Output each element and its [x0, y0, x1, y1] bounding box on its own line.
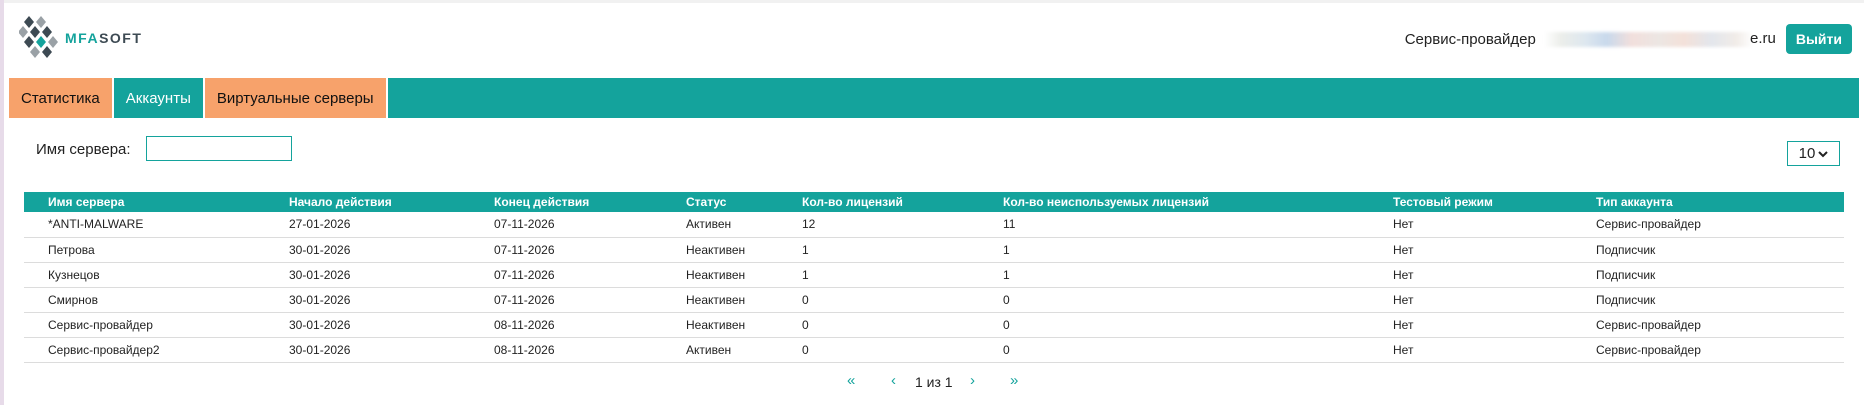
cell-account-type: Сервис-провайдер: [1572, 312, 1844, 338]
logo-text-accent: MFA: [65, 30, 100, 46]
cell-account-type: Подписчик: [1572, 262, 1844, 288]
cell-license-count: 0: [778, 287, 979, 313]
cell-status: Неактивен: [662, 287, 778, 313]
cell-license-count: 0: [778, 337, 979, 363]
main-nav: Статистика Аккаунты Виртуальные серверы: [9, 78, 1859, 118]
table-row[interactable]: Смирнов 30-01-2026 07-11-2026 Неактивен …: [24, 287, 1844, 313]
cell-start-date: 30-01-2026: [265, 262, 470, 288]
cell-start-date: 30-01-2026: [265, 237, 470, 263]
logo-diamonds-icon: [19, 16, 58, 58]
logo-text: MFASOFT: [65, 30, 142, 46]
email-visible-suffix: e.ru: [1750, 30, 1776, 47]
prev-page-button[interactable]: ‹: [891, 372, 896, 389]
tab-accounts[interactable]: Аккаунты: [113, 78, 205, 118]
cell-server-name: Сервис-провайдер: [24, 312, 265, 338]
cell-status: Активен: [662, 212, 778, 238]
cell-status: Неактивен: [662, 312, 778, 338]
column-header-license-count[interactable]: Кол-во лицензий: [778, 192, 979, 212]
server-name-label: Имя сервера:: [36, 141, 131, 158]
cell-start-date: 30-01-2026: [265, 312, 470, 338]
table-row[interactable]: Петрова 30-01-2026 07-11-2026 Неактивен …: [24, 237, 1844, 263]
column-header-unused-licenses[interactable]: Кол-во неиспользуемых лицензий: [979, 192, 1369, 212]
cell-server-name: Сервис-провайдер2: [24, 337, 265, 363]
cell-start-date: 27-01-2026: [265, 212, 470, 238]
cell-end-date: 08-11-2026: [470, 337, 662, 363]
cell-test-mode: Нет: [1369, 312, 1572, 338]
cell-start-date: 30-01-2026: [265, 287, 470, 313]
cell-unused-licenses: 0: [979, 337, 1369, 363]
table-header-row: Имя сервера Начало действия Конец действ…: [24, 192, 1844, 212]
cell-unused-licenses: 0: [979, 287, 1369, 313]
cell-license-count: 12: [778, 212, 979, 238]
cell-end-date: 08-11-2026: [470, 312, 662, 338]
app-header: MFASOFT Сервис-провайдер e.ru Выйти: [4, 3, 1864, 79]
cell-end-date: 07-11-2026: [470, 262, 662, 288]
cell-test-mode: Нет: [1369, 287, 1572, 313]
column-header-server-name[interactable]: Имя сервера: [24, 192, 265, 212]
cell-start-date: 30-01-2026: [265, 337, 470, 363]
cell-account-type: Сервис-провайдер: [1572, 212, 1844, 238]
page-size-value: 10: [1798, 145, 1816, 162]
chevron-down-icon: [1818, 150, 1829, 157]
last-page-button[interactable]: »: [1010, 372, 1018, 389]
cell-test-mode: Нет: [1369, 262, 1572, 288]
column-header-start-date[interactable]: Начало действия: [265, 192, 470, 212]
cell-status: Активен: [662, 337, 778, 363]
cell-license-count: 1: [778, 237, 979, 263]
column-header-test-mode[interactable]: Тестовый режим: [1369, 192, 1572, 212]
cell-status: Неактивен: [662, 237, 778, 263]
table-row[interactable]: *ANTI-MALWARE 27-01-2026 07-11-2026 Акти…: [24, 212, 1844, 238]
cell-unused-licenses: 11: [979, 212, 1369, 238]
column-header-end-date[interactable]: Конец действия: [470, 192, 662, 212]
page-size-select[interactable]: 10: [1787, 141, 1840, 166]
cell-end-date: 07-11-2026: [470, 212, 662, 238]
cell-end-date: 07-11-2026: [470, 287, 662, 313]
cell-unused-licenses: 1: [979, 262, 1369, 288]
column-header-account-type[interactable]: Тип аккаунта: [1572, 192, 1844, 212]
cell-account-type: Подписчик: [1572, 287, 1844, 313]
cell-server-name: Петрова: [24, 237, 265, 263]
cell-account-type: Сервис-провайдер: [1572, 337, 1844, 363]
tab-statistics[interactable]: Статистика: [9, 78, 114, 118]
mfasoft-logo[interactable]: MFASOFT: [19, 15, 149, 61]
cell-status: Неактивен: [662, 262, 778, 288]
cell-server-name: Смирнов: [24, 287, 265, 313]
cell-test-mode: Нет: [1369, 212, 1572, 238]
server-name-input[interactable]: [146, 136, 292, 161]
cell-server-name: *ANTI-MALWARE: [24, 212, 265, 238]
first-page-button[interactable]: «: [847, 372, 855, 389]
cell-server-name: Кузнецов: [24, 262, 265, 288]
cell-license-count: 0: [778, 312, 979, 338]
logout-button[interactable]: Выйти: [1785, 24, 1852, 54]
provider-email: e.ru: [1543, 29, 1776, 49]
cell-unused-licenses: 1: [979, 237, 1369, 263]
cell-unused-licenses: 0: [979, 312, 1369, 338]
table-row[interactable]: Сервис-провайдер2 30-01-2026 08-11-2026 …: [24, 337, 1844, 363]
provider-label: Сервис-провайдер: [1404, 30, 1536, 48]
account-box: Сервис-провайдер e.ru Выйти: [1405, 24, 1852, 54]
cell-test-mode: Нет: [1369, 237, 1572, 263]
page-info: 1 из 1: [915, 374, 953, 390]
next-page-button[interactable]: ›: [970, 372, 975, 389]
tab-virtual-servers[interactable]: Виртуальные серверы: [204, 78, 388, 118]
email-blur-mask: [1543, 32, 1753, 47]
cell-test-mode: Нет: [1369, 337, 1572, 363]
column-header-status[interactable]: Статус: [662, 192, 778, 212]
cell-license-count: 1: [778, 262, 979, 288]
pagination: « ‹ 1 из 1 › »: [0, 372, 1864, 392]
accounts-table: Имя сервера Начало действия Конец действ…: [24, 192, 1844, 363]
table-row[interactable]: Сервис-провайдер 30-01-2026 08-11-2026 Н…: [24, 312, 1844, 338]
cell-end-date: 07-11-2026: [470, 237, 662, 263]
cell-account-type: Подписчик: [1572, 237, 1844, 263]
logo-text-rest: SOFT: [99, 30, 143, 46]
table-row[interactable]: Кузнецов 30-01-2026 07-11-2026 Неактивен…: [24, 262, 1844, 288]
